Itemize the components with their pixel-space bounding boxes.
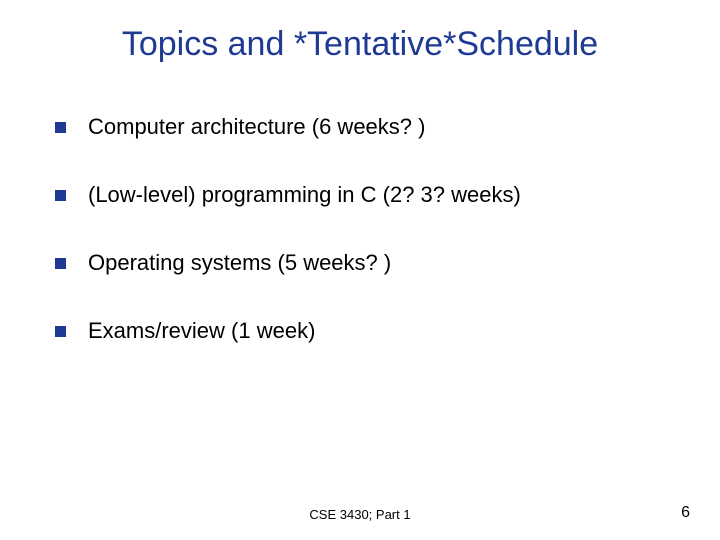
bullet-text: Computer architecture (6 weeks? )	[88, 114, 425, 140]
bullet-text: Exams/review (1 week)	[88, 318, 315, 344]
list-item: Computer architecture (6 weeks? )	[55, 114, 670, 140]
list-item: (Low-level) programming in C (2? 3? week…	[55, 182, 670, 208]
square-bullet-icon	[55, 190, 66, 201]
square-bullet-icon	[55, 258, 66, 269]
slide-number: 6	[681, 504, 690, 522]
square-bullet-icon	[55, 326, 66, 337]
footer-text: CSE 3430; Part 1	[0, 507, 720, 522]
bullet-text: (Low-level) programming in C (2? 3? week…	[88, 182, 521, 208]
footer: CSE 3430; Part 1	[0, 507, 720, 522]
slide-container: Topics and *Tentative*Schedule Computer …	[0, 0, 720, 540]
list-item: Exams/review (1 week)	[55, 318, 670, 344]
bullet-text: Operating systems (5 weeks? )	[88, 250, 391, 276]
list-item: Operating systems (5 weeks? )	[55, 250, 670, 276]
slide-title: Topics and *Tentative*Schedule	[50, 25, 670, 64]
bullet-list: Computer architecture (6 weeks? ) (Low-l…	[50, 114, 670, 344]
square-bullet-icon	[55, 122, 66, 133]
